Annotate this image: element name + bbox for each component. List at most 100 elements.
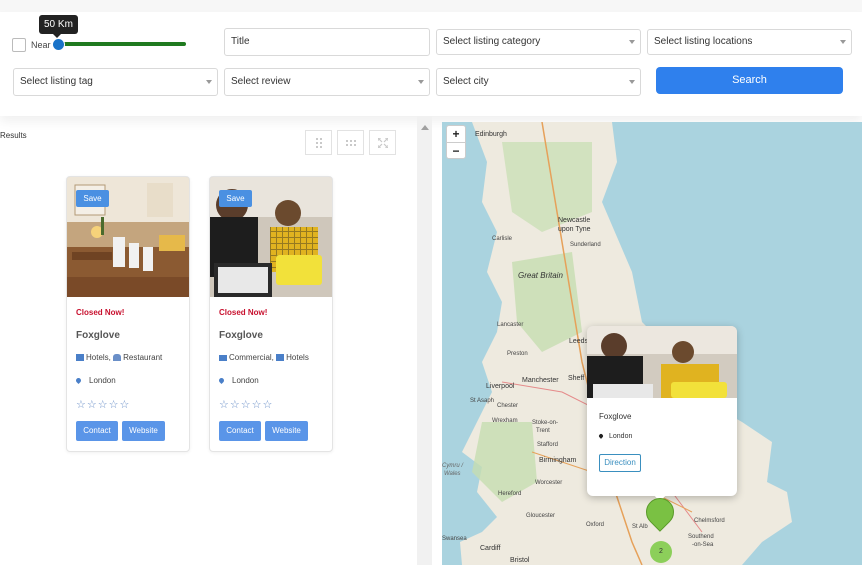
svg-text:Worcester: Worcester (535, 480, 562, 486)
svg-text:Chelmsford: Chelmsford (694, 518, 725, 524)
svg-text:Birmingham: Birmingham (539, 457, 577, 464)
location-text: London (232, 376, 259, 385)
listing-photo: Save (210, 177, 332, 297)
svg-text:Gloucester: Gloucester (526, 513, 555, 519)
category-link[interactable]: Commercial, (229, 353, 274, 362)
save-button[interactable]: Save (219, 190, 252, 207)
building-icon (76, 354, 84, 361)
listing-title[interactable]: Foxglove (219, 330, 263, 341)
svg-text:Hereford: Hereford (498, 491, 521, 497)
svg-text:St Asaph: St Asaph (470, 398, 494, 404)
popup-title[interactable]: Foxglove (599, 412, 631, 421)
svg-text:Great Britain: Great Britain (518, 271, 563, 280)
listing-photo: Save (67, 177, 189, 297)
website-button[interactable]: Website (265, 421, 308, 441)
svg-text:Edinburgh: Edinburgh (475, 131, 507, 138)
rating-stars: ☆☆☆☆☆ (76, 399, 131, 411)
category-link[interactable]: Restaurant (123, 353, 162, 362)
list-view-button[interactable] (337, 130, 364, 155)
map-pin-icon (217, 376, 226, 385)
chevron-down-icon (840, 40, 846, 44)
popup-location-text: London (609, 433, 633, 440)
svg-text:Cardiff: Cardiff (480, 545, 501, 552)
building-icon (276, 354, 285, 361)
review-value: Select review (231, 76, 291, 87)
svg-text:Southend: Southend (688, 534, 714, 540)
svg-text:Leeds: Leeds (569, 338, 589, 345)
search-button[interactable]: Search (656, 67, 843, 94)
map-pin-icon (74, 376, 83, 385)
review-select[interactable]: Select review (224, 68, 430, 96)
location-text: London (89, 376, 116, 385)
chevron-down-icon (629, 80, 635, 84)
category-link[interactable]: Hotels, (86, 353, 111, 362)
svg-text:Sunderland: Sunderland (570, 242, 601, 248)
expand-icon (377, 137, 389, 149)
svg-text:Stafford: Stafford (537, 442, 558, 448)
popup-location: London (598, 433, 633, 440)
svg-text:Swansea: Swansea (442, 536, 467, 542)
listing-location: London (217, 376, 259, 385)
listing-location: London (74, 376, 116, 385)
listing-locations-value: Select listing locations (654, 36, 753, 47)
distance-tooltip: 50 Km (39, 15, 78, 38)
category-link[interactable]: Hotels (286, 353, 309, 362)
title-input[interactable]: Title (224, 28, 430, 56)
popup-photo (587, 326, 737, 398)
svg-text:Lancaster: Lancaster (497, 322, 523, 328)
map-popup: Foxglove London Direction (587, 326, 737, 496)
cloche-icon (113, 354, 122, 361)
zoom-control: + − (446, 125, 466, 159)
listing-card[interactable]: Save Closed Now! Foxglove Commercial, Ho… (209, 176, 333, 452)
svg-text:Newcastle: Newcastle (558, 217, 590, 224)
listing-category-select[interactable]: Select listing category (436, 29, 641, 55)
rating-stars: ☆☆☆☆☆ (219, 399, 274, 411)
zoom-out-button[interactable]: − (447, 143, 465, 159)
listing-categories: Commercial, Hotels (219, 353, 309, 362)
save-button[interactable]: Save (76, 190, 109, 207)
listing-tag-value: Select listing tag (20, 76, 93, 87)
svg-text:Carlisle: Carlisle (492, 236, 513, 242)
zoom-in-button[interactable]: + (447, 126, 465, 143)
marker-cluster[interactable]: 2 (650, 541, 672, 563)
listing-card[interactable]: Save Closed Now! Foxglove Hotels, Restau… (66, 176, 190, 452)
svg-text:Trent: Trent (536, 428, 550, 434)
website-button[interactable]: Website (122, 421, 165, 441)
list-icon (346, 138, 356, 148)
top-strip (0, 0, 862, 12)
listing-category-value: Select listing category (443, 36, 541, 47)
city-value: Select city (443, 76, 489, 87)
contact-button[interactable]: Contact (76, 421, 118, 441)
chevron-down-icon (418, 80, 424, 84)
distance-slider-track[interactable] (57, 42, 186, 46)
listing-title[interactable]: Foxglove (76, 330, 120, 341)
cart-icon (219, 355, 227, 361)
svg-text:Stoke-on-: Stoke-on- (532, 420, 558, 426)
listing-tag-select[interactable]: Select listing tag (13, 68, 218, 96)
distance-slider-handle[interactable] (52, 38, 65, 51)
svg-text:Oxford: Oxford (586, 522, 604, 528)
filter-panel (0, 12, 862, 116)
svg-text:Liverpool: Liverpool (486, 383, 515, 390)
map-pin-icon (598, 433, 604, 439)
results-scrollbar[interactable] (417, 116, 432, 565)
status-badge: Closed Now! (219, 308, 268, 317)
svg-text:Bristol: Bristol (510, 557, 530, 564)
svg-text:-on-Sea: -on-Sea (692, 542, 714, 548)
grid-view-button[interactable] (305, 130, 332, 155)
svg-text:Manchester: Manchester (522, 377, 559, 384)
svg-text:Preston: Preston (507, 351, 528, 357)
near-checkbox[interactable] (12, 38, 26, 52)
contact-button[interactable]: Contact (219, 421, 261, 441)
svg-text:Sheff: Sheff (568, 375, 584, 382)
map-view-button[interactable] (369, 130, 396, 155)
city-select[interactable]: Select city (436, 68, 641, 96)
svg-text:Cymru /: Cymru / (442, 463, 464, 469)
near-label: Near (31, 40, 51, 50)
svg-text:Chester: Chester (497, 403, 518, 409)
direction-button[interactable]: Direction (599, 454, 641, 472)
listing-locations-select[interactable]: Select listing locations (647, 29, 852, 55)
grid-icon (314, 138, 324, 148)
svg-text:St Alb: St Alb (632, 524, 648, 530)
scroll-up-icon[interactable] (421, 125, 429, 130)
